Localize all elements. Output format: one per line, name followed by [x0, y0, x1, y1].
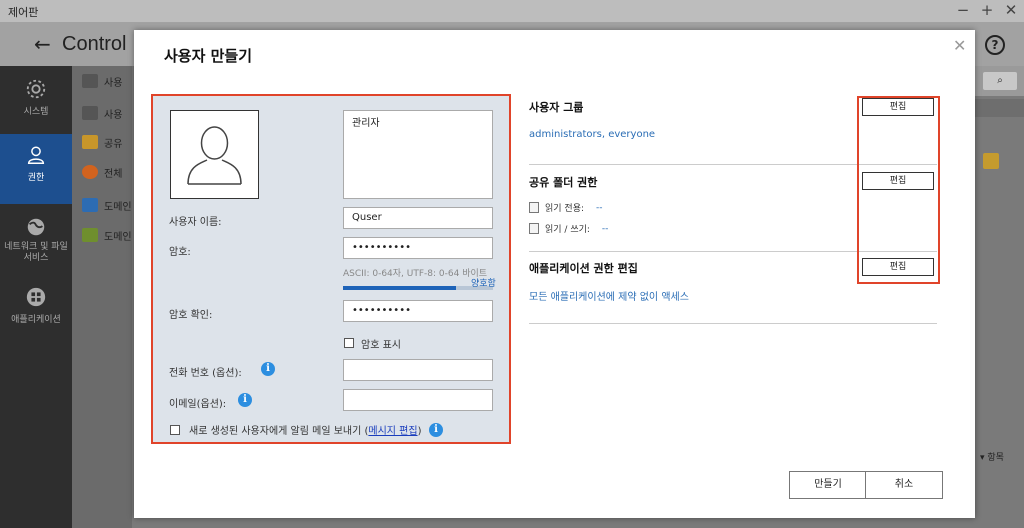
rail-item-applications[interactable]: 애플리케이션 — [0, 284, 72, 334]
edit-share-permission-button[interactable]: 편집 — [862, 172, 934, 190]
background-toolbar: ⌕ — [975, 66, 1024, 96]
submenu-item[interactable]: 도메인 — [82, 226, 132, 244]
rail-item-label: 애플리케이션 — [11, 315, 61, 325]
username-label: 사용자 이름: — [169, 217, 222, 228]
password-input[interactable]: •••••••••• — [343, 237, 493, 259]
avatar[interactable] — [170, 110, 259, 199]
password-label: 암호: — [169, 247, 191, 258]
window-title: 제어판 — [8, 6, 39, 19]
left-rail: 시스템 권한 네트워크 및 파일 서비스 애플리케이션 — [0, 66, 72, 528]
rail-item-privilege[interactable]: 권한 — [0, 134, 72, 204]
create-button[interactable]: 만들기 — [789, 471, 867, 499]
user-form: 관리자 사용자 이름: Quser 암호: •••••••••• ASCII: … — [151, 94, 511, 444]
app-permission-title: 애플리케이션 권한 편집 — [529, 262, 638, 275]
share-permission-title: 공유 폴더 권한 — [529, 176, 598, 189]
highlight-box — [857, 96, 940, 284]
email-input[interactable] — [343, 389, 493, 411]
help-icon[interactable]: ? — [985, 35, 1005, 55]
password-strength-label: 양호함 — [471, 279, 496, 289]
read-write-icon — [529, 223, 539, 234]
user-icon — [82, 74, 98, 88]
read-only-icon — [529, 202, 539, 213]
gear-icon — [26, 79, 46, 99]
confirm-password-input[interactable]: •••••••••• — [343, 300, 493, 322]
password-hint: ASCII: 0-64자, UTF-8: 0-64 바이트 — [343, 269, 488, 279]
close-icon[interactable]: ✕ — [953, 36, 966, 55]
avatar-placeholder-icon — [187, 126, 242, 185]
read-only-row: 읽기 전용: -- — [529, 201, 603, 214]
app-permission-value: 모든 애플리케이션에 제약 없이 액세스 — [529, 292, 689, 303]
back-arrow-icon[interactable]: ← — [34, 32, 51, 56]
phone-input[interactable] — [343, 359, 493, 381]
domain-icon — [82, 198, 98, 212]
description-field[interactable]: 관리자 — [343, 110, 493, 199]
globe-icon — [27, 218, 45, 236]
edit-user-group-button[interactable]: 편집 — [862, 98, 934, 116]
notify-checkbox[interactable] — [170, 425, 180, 435]
info-icon[interactable]: i — [261, 362, 275, 376]
folder-icon — [82, 135, 98, 149]
app-title: Control — [62, 33, 127, 55]
username-input[interactable]: Quser — [343, 207, 493, 229]
submenu-item[interactable]: 도메인 — [82, 196, 132, 214]
maximize-icon[interactable]: + — [980, 1, 994, 19]
user-icon — [27, 146, 45, 164]
show-password-checkbox[interactable] — [344, 338, 354, 348]
edit-app-permission-button[interactable]: 편집 — [862, 258, 934, 276]
user-group-value: administrators, everyone — [529, 129, 656, 140]
info-icon[interactable]: i — [238, 393, 252, 407]
submenu-item[interactable]: 전체 — [82, 163, 122, 181]
confirm-password-label: 암호 확인: — [169, 310, 213, 321]
notify-text: 새로 생성된 사용자에게 알림 메일 보내기 (메시지 편집) — [189, 426, 422, 437]
rail-item-label: 권한 — [27, 173, 45, 183]
read-write-row: 읽기 / 쓰기: -- — [529, 222, 608, 235]
quota-icon — [82, 165, 98, 179]
apps-icon — [26, 287, 46, 307]
password-strength-fill — [343, 286, 456, 290]
window-title-bar: 제어판 − + ✕ — [0, 0, 1024, 22]
show-password-label: 암호 표시 — [361, 340, 401, 351]
submenu-list: 사용 사용 공유 전체 도메인 도메인 — [72, 66, 132, 528]
info-icon[interactable]: i — [429, 423, 443, 437]
submenu-item[interactable]: 공유 — [82, 133, 122, 151]
cancel-button[interactable]: 취소 — [865, 471, 943, 499]
close-window-icon[interactable]: ✕ — [1004, 1, 1018, 19]
create-user-dialog: 사용자 만들기 ✕ 관리자 사용자 이름: Quser 암호: ••••••••… — [134, 30, 975, 518]
background-header-row — [975, 99, 1024, 117]
items-per-page[interactable]: ▾ 항목 — [980, 450, 1004, 463]
minimize-icon[interactable]: − — [956, 1, 970, 19]
domain-controller-icon — [82, 228, 98, 242]
submenu-item[interactable]: 사용 — [82, 104, 122, 122]
window-controls: − + ✕ — [956, 1, 1018, 19]
submenu-item[interactable]: 사용 — [82, 72, 122, 90]
rail-item-system[interactable]: 시스템 — [0, 76, 72, 132]
rail-item-label: 네트워크 및 파일 서비스 — [4, 242, 68, 263]
user-group-icon — [82, 106, 98, 120]
edit-message-link[interactable]: 메시지 편집 — [368, 426, 417, 437]
background-panel: ⌕ ▾ 항목 — [975, 66, 1024, 528]
divider — [529, 323, 937, 324]
rail-item-network[interactable]: 네트워크 및 파일 서비스 — [0, 214, 72, 274]
rail-item-label: 시스템 — [23, 107, 49, 117]
phone-label: 전화 번호 (옵션): — [169, 368, 242, 379]
user-group-title: 사용자 그룹 — [529, 101, 584, 114]
dialog-title: 사용자 만들기 — [164, 47, 253, 65]
email-label: 이메일(옵션): — [169, 399, 227, 410]
search-icon[interactable]: ⌕ — [983, 72, 1017, 90]
view-toggle-icon[interactable] — [983, 153, 999, 169]
